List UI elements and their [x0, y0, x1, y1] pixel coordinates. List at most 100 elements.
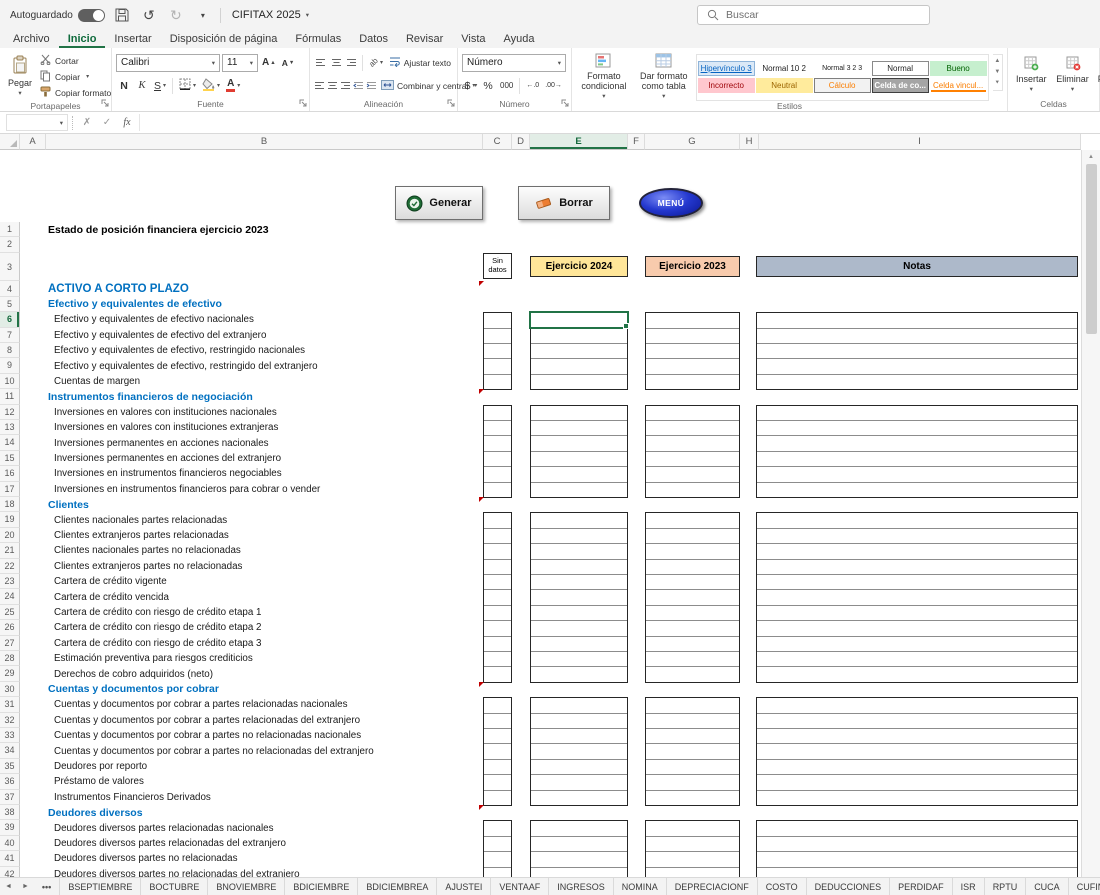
cell-ejercicio-2024-row-34[interactable]	[531, 744, 627, 759]
cell-ejercicio-2023-row-29[interactable]	[646, 667, 739, 682]
row-header-13[interactable]: 13	[0, 420, 20, 435]
cell-ejercicio-2023-row-22[interactable]	[646, 560, 739, 575]
row-header-11[interactable]: 11	[0, 389, 20, 404]
workbook-title[interactable]: CIFITAX 2025 ▾	[228, 9, 309, 21]
row-25-label[interactable]: Cartera de crédito con riesgo de crédito…	[54, 605, 262, 620]
cell-ejercicio-2024-row-22[interactable]	[531, 560, 627, 575]
sheet-tab-bdiciembre[interactable]: BDICIEMBRE	[285, 878, 358, 895]
cell-ejercicio-2024-row-7[interactable]	[531, 329, 627, 344]
row-header-20[interactable]: 20	[0, 528, 20, 543]
cell-ejercicio-2023-row-14[interactable]	[646, 436, 739, 451]
search-input[interactable]: Buscar	[697, 5, 930, 25]
menu-tab-disposici-n-de-p-gina[interactable]: Disposición de página	[161, 30, 287, 48]
column-header-d[interactable]: D	[512, 134, 530, 150]
row-header-32[interactable]: 32	[0, 713, 20, 728]
cell-ejercicio-2024-row-23[interactable]	[531, 575, 627, 590]
column-header-f[interactable]: F	[628, 134, 645, 150]
cell-notas-row-31[interactable]	[757, 698, 1077, 713]
delete-cells-button[interactable]: Eliminar ▾	[1053, 52, 1093, 97]
cell-ejercicio-2023-row-20[interactable]	[646, 529, 739, 544]
cell-style-normal[interactable]: Normal	[872, 61, 929, 76]
sheet-tab-overflow[interactable]: •••	[34, 878, 60, 895]
percent-style-button[interactable]: %	[480, 77, 496, 95]
cell-ejercicio-2023-row-28[interactable]	[646, 652, 739, 667]
row-29-label[interactable]: Derechos de cobro adquiridos (neto)	[54, 666, 213, 681]
cell-notas-row-13[interactable]	[757, 421, 1077, 436]
cell-style-bad[interactable]: Incorrecto	[698, 78, 755, 93]
row-header-39[interactable]: 39	[0, 820, 20, 835]
cell-notas-row-7[interactable]	[757, 329, 1077, 344]
cell-ejercicio-2024-row-29[interactable]	[531, 667, 627, 682]
cell-ejercicio-2023-row-41[interactable]	[646, 852, 739, 867]
cell-style-calc[interactable]: Cálculo	[814, 78, 871, 93]
borrar-button[interactable]: Borrar	[518, 186, 610, 220]
cell-style-good[interactable]: Bueno	[930, 61, 987, 76]
cell-sin-datos-row-40[interactable]	[484, 837, 511, 852]
cell-ejercicio-2023-row-36[interactable]	[646, 775, 739, 790]
row-7-label[interactable]: Efectivo y equivalentes de efectivo del …	[54, 328, 266, 343]
sheet-tab-nomina[interactable]: NOMINA	[614, 878, 667, 895]
cell-notas-row-27[interactable]	[757, 637, 1077, 652]
row-34-label[interactable]: Cuentas y documentos por cobrar a partes…	[54, 743, 374, 758]
cell-ejercicio-2023-row-26[interactable]	[646, 621, 739, 636]
cell-notas-row-42[interactable]	[757, 868, 1077, 877]
menu-tab-insertar[interactable]: Insertar	[105, 30, 160, 48]
cell-ejercicio-2024-row-41[interactable]	[531, 852, 627, 867]
cell-ejercicio-2023-row-35[interactable]	[646, 760, 739, 775]
cell-ejercicio-2023-row-6[interactable]	[646, 313, 739, 328]
row-header-1[interactable]: 1	[0, 222, 20, 237]
row-header-29[interactable]: 29	[0, 666, 20, 681]
row-6-label[interactable]: Efectivo y equivalentes de efectivo naci…	[54, 312, 254, 327]
save-icon[interactable]	[112, 5, 132, 25]
column-header-b[interactable]: B	[46, 134, 483, 150]
row-header-41[interactable]: 41	[0, 851, 20, 866]
scrollbar-thumb[interactable]	[1086, 164, 1097, 334]
cell-notas-row-39[interactable]	[757, 821, 1077, 836]
cell-ejercicio-2024-row-17[interactable]	[531, 483, 627, 498]
sheet-nav-prev-icon[interactable]: ◄	[0, 878, 17, 895]
cell-notas-row-32[interactable]	[757, 714, 1077, 729]
column-header-a[interactable]: A	[20, 134, 46, 150]
row-header-31[interactable]: 31	[0, 697, 20, 712]
cell-ejercicio-2023-row-10[interactable]	[646, 375, 739, 390]
align-center-icon[interactable]	[327, 78, 338, 94]
row-header-12[interactable]: 12	[0, 405, 20, 420]
cell-notas-row-24[interactable]	[757, 590, 1077, 605]
cell-notas-row-10[interactable]	[757, 375, 1077, 390]
vertical-scrollbar[interactable]: ▲	[1081, 150, 1100, 877]
cell-sin-datos-row-27[interactable]	[484, 637, 511, 652]
insert-cells-button[interactable]: Insertar ▾	[1012, 52, 1051, 97]
copy-button[interactable]: Copiar ▾	[40, 69, 111, 84]
cell-notas-row-15[interactable]	[757, 452, 1077, 467]
menu-tab-f-rmulas[interactable]: Fórmulas	[286, 30, 350, 48]
cell-ejercicio-2023-row-17[interactable]	[646, 483, 739, 498]
sheet-nav-next-icon[interactable]: ►	[17, 878, 34, 895]
cell-sin-datos-row-24[interactable]	[484, 590, 511, 605]
cell-ejercicio-2024-row-19[interactable]	[531, 513, 627, 528]
sheet-tab-costo[interactable]: COSTO	[758, 878, 807, 895]
decrease-decimal-button[interactable]: .00→	[543, 82, 564, 89]
row-21-label[interactable]: Clientes nacionales partes no relacionad…	[54, 543, 241, 558]
cell-sin-datos-row-29[interactable]	[484, 667, 511, 682]
cell-sin-datos-row-21[interactable]	[484, 544, 511, 559]
cell-ejercicio-2024-row-24[interactable]	[531, 590, 627, 605]
cell-ejercicio-2024-row-12[interactable]	[531, 406, 627, 421]
cell-notas-row-17[interactable]	[757, 483, 1077, 498]
row-header-40[interactable]: 40	[0, 836, 20, 851]
menu-button[interactable]: MENÚ	[639, 188, 703, 218]
row-header-30[interactable]: 30	[0, 682, 20, 697]
enter-icon[interactable]: ✓	[99, 117, 115, 128]
cell-sin-datos-row-7[interactable]	[484, 329, 511, 344]
align-middle-icon[interactable]	[329, 55, 342, 71]
cell-ejercicio-2023-row-23[interactable]	[646, 575, 739, 590]
header-ejercicio-2024[interactable]: Ejercicio 2024	[530, 256, 628, 277]
active-cell[interactable]	[529, 311, 629, 328]
cut-button[interactable]: Cortar	[40, 53, 111, 68]
generar-button[interactable]: Generar	[395, 186, 483, 220]
cell-ejercicio-2024-row-39[interactable]	[531, 821, 627, 836]
cell-notas-row-6[interactable]	[757, 313, 1077, 328]
cell-notas-row-26[interactable]	[757, 621, 1077, 636]
cell-notas-row-16[interactable]	[757, 467, 1077, 482]
undo-icon[interactable]: ↺	[139, 5, 159, 25]
cell-sin-datos-row-36[interactable]	[484, 775, 511, 790]
